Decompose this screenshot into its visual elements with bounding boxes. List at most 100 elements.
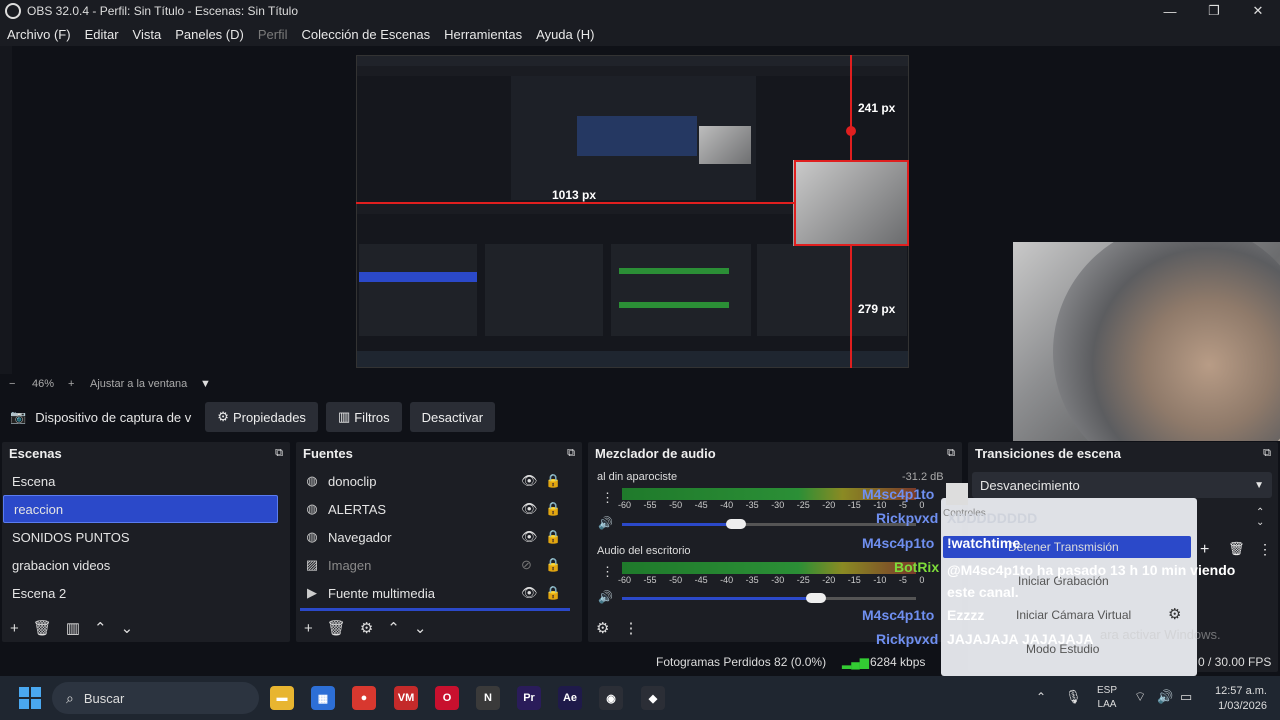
duration-spinner-icon[interactable]: ⌃ ⌄ — [1256, 508, 1264, 528]
deactivate-button[interactable]: Desactivar — [409, 402, 496, 432]
scene-item-selected[interactable]: reaccion — [3, 495, 278, 523]
speaker-icon[interactable]: 🔊 — [598, 590, 613, 604]
lock-icon[interactable]: 🔒 — [545, 557, 561, 573]
lock-icon[interactable]: 🔒 — [545, 529, 561, 545]
menu-vista[interactable]: Vista — [133, 27, 162, 42]
remove-transition-icon[interactable]: 🗑 — [1228, 541, 1245, 557]
eye-icon[interactable]: 👁 — [521, 473, 538, 489]
chevron-up-icon[interactable]: ⌃ — [1036, 690, 1046, 704]
app-icon[interactable]: ◆ — [641, 686, 665, 710]
channel-menu-icon[interactable]: ⋮ — [601, 564, 614, 580]
store-icon[interactable]: ▦ — [311, 686, 335, 710]
close-button[interactable]: ✕ — [1236, 0, 1280, 22]
minimize-button[interactable]: — — [1148, 0, 1192, 22]
source-item[interactable]: ◍ ALERTAS 👁 🔒 — [296, 495, 582, 523]
distance-label-left: 1013 px — [552, 188, 597, 202]
fit-window-label[interactable]: Ajustar a la ventana — [90, 378, 187, 390]
selected-webcam-source[interactable] — [794, 160, 909, 246]
more-menu-icon[interactable]: ⋮ — [623, 619, 638, 637]
menu-archivo[interactable]: Archivo (F) — [7, 27, 71, 42]
transition-select[interactable]: Desvanecimiento ▼ — [972, 472, 1272, 498]
undock-icon[interactable]: ⧉ — [1263, 447, 1271, 460]
search-placeholder: Buscar — [83, 690, 125, 706]
menu-coleccion[interactable]: Colección de Escenas — [301, 27, 430, 42]
add-scene-icon[interactable]: + — [10, 620, 19, 637]
source-settings-icon[interactable]: ⚙ — [360, 619, 373, 637]
wifi-icon[interactable]: ⌔ — [1134, 689, 1146, 705]
eye-icon[interactable]: 👁 — [521, 529, 538, 545]
source-item[interactable]: ◍ Navegador 👁 🔒 — [296, 523, 582, 551]
clock[interactable]: 12:57 a.m. 1/03/2026 — [1207, 684, 1267, 714]
scene-item[interactable]: SONIDOS PUNTOS — [2, 523, 290, 551]
menu-perfil[interactable]: Perfil — [258, 27, 288, 42]
battery-icon[interactable]: ▭ — [1180, 689, 1192, 705]
rotate-handle[interactable] — [846, 126, 856, 136]
remove-source-icon[interactable]: 🗑 — [327, 619, 346, 637]
undock-icon[interactable]: ⧉ — [947, 447, 955, 460]
stop-stream-label: Detener Transmisión — [1008, 540, 1119, 554]
lock-icon[interactable]: 🔒 — [545, 473, 561, 489]
settings-gear-icon[interactable]: ⚙ — [1168, 605, 1181, 623]
scene-item[interactable]: grabacion videos — [2, 551, 290, 579]
volume-slider-fill — [622, 523, 742, 526]
source-item-hidden[interactable]: ▨ Imagen ⊘ 🔒 — [296, 551, 582, 579]
premiere-icon[interactable]: Pr — [517, 686, 541, 710]
audio-settings-icon[interactable]: ⚙ — [596, 619, 609, 637]
chevron-down-icon: ▼ — [1254, 479, 1264, 491]
volume-slider-handle[interactable] — [806, 593, 826, 603]
move-down-icon[interactable]: ⌄ — [121, 619, 134, 637]
zoom-out-button[interactable]: − — [9, 378, 15, 390]
maximize-button[interactable]: ❐ — [1192, 0, 1236, 22]
properties-button[interactable]: ⚙ Propiedades — [205, 402, 318, 432]
language-indicator[interactable]: ESP LAA — [1097, 684, 1117, 712]
chevron-down-icon[interactable]: ▼ — [200, 378, 211, 390]
source-item[interactable]: ◍ donoclip 👁 🔒 — [296, 467, 582, 495]
eye-icon[interactable]: 👁 — [521, 501, 538, 517]
source-item[interactable]: ▶ Fuente multimedia 👁 🔒 — [296, 579, 582, 607]
scene-item[interactable]: Escena — [2, 467, 290, 495]
windows-start-icon[interactable] — [19, 687, 41, 709]
scenes-footer: + 🗑 ▥ ⌃ ⌄ — [2, 614, 290, 642]
guide-horizontal — [356, 202, 796, 204]
chrome-icon[interactable]: ● — [352, 686, 376, 710]
opera-icon[interactable]: O — [435, 686, 459, 710]
add-transition-icon[interactable]: + — [1200, 541, 1209, 559]
menu-editar[interactable]: Editar — [85, 27, 119, 42]
notion-icon[interactable]: N — [476, 686, 500, 710]
menu-ayuda[interactable]: Ayuda (H) — [536, 27, 594, 42]
move-up-icon[interactable]: ⌃ — [387, 619, 400, 637]
filters-button[interactable]: ▥ Filtros — [325, 402, 402, 432]
eye-slash-icon[interactable]: ⊘ — [521, 557, 532, 573]
file-explorer-icon[interactable]: ▬ — [270, 686, 294, 710]
virtual-cam-label[interactable]: Iniciar Cámara Virtual — [1016, 608, 1131, 622]
scene-item[interactable]: Escena 2 — [2, 579, 290, 607]
move-down-icon[interactable]: ⌄ — [414, 619, 427, 637]
after-effects-icon[interactable]: Ae — [558, 686, 582, 710]
lock-icon[interactable]: 🔒 — [545, 585, 561, 601]
taskbar-search[interactable]: ⌕ Buscar — [52, 682, 259, 714]
move-up-icon[interactable]: ⌃ — [94, 619, 107, 637]
eye-icon[interactable]: 👁 — [521, 585, 538, 601]
lock-icon[interactable]: 🔒 — [545, 501, 561, 517]
clock-date: 1/03/2026 — [1218, 700, 1267, 712]
menu-herramientas[interactable]: Herramientas — [444, 27, 522, 42]
channel-menu-icon[interactable]: ⋮ — [601, 490, 614, 506]
add-source-icon[interactable]: + — [304, 620, 313, 637]
menu-paneles[interactable]: Paneles (D) — [175, 27, 244, 42]
speaker-icon[interactable]: 🔊 — [598, 516, 613, 530]
undock-icon[interactable]: ⧉ — [275, 447, 283, 460]
microphone-icon[interactable]: 🎙 — [1065, 689, 1082, 705]
transition-menu-icon[interactable]: ⋮ — [1258, 541, 1272, 558]
volume-slider-track[interactable] — [817, 597, 916, 600]
undock-icon[interactable]: ⧉ — [567, 447, 575, 460]
voicemeeter-icon[interactable]: VM — [394, 686, 418, 710]
zoom-in-button[interactable]: + — [68, 378, 74, 390]
obs-icon[interactable]: ◉ — [599, 686, 623, 710]
scene-filters-icon[interactable]: ▥ — [66, 619, 80, 637]
source-selection-edge — [300, 608, 570, 611]
remove-scene-icon[interactable]: 🗑 — [33, 619, 52, 637]
volume-icon[interactable]: 🔊 — [1157, 689, 1173, 705]
volume-slider-handle[interactable] — [726, 519, 746, 529]
transitions-header: Transiciones de escena ⧉ — [968, 442, 1278, 464]
source-label: Imagen — [328, 557, 372, 573]
